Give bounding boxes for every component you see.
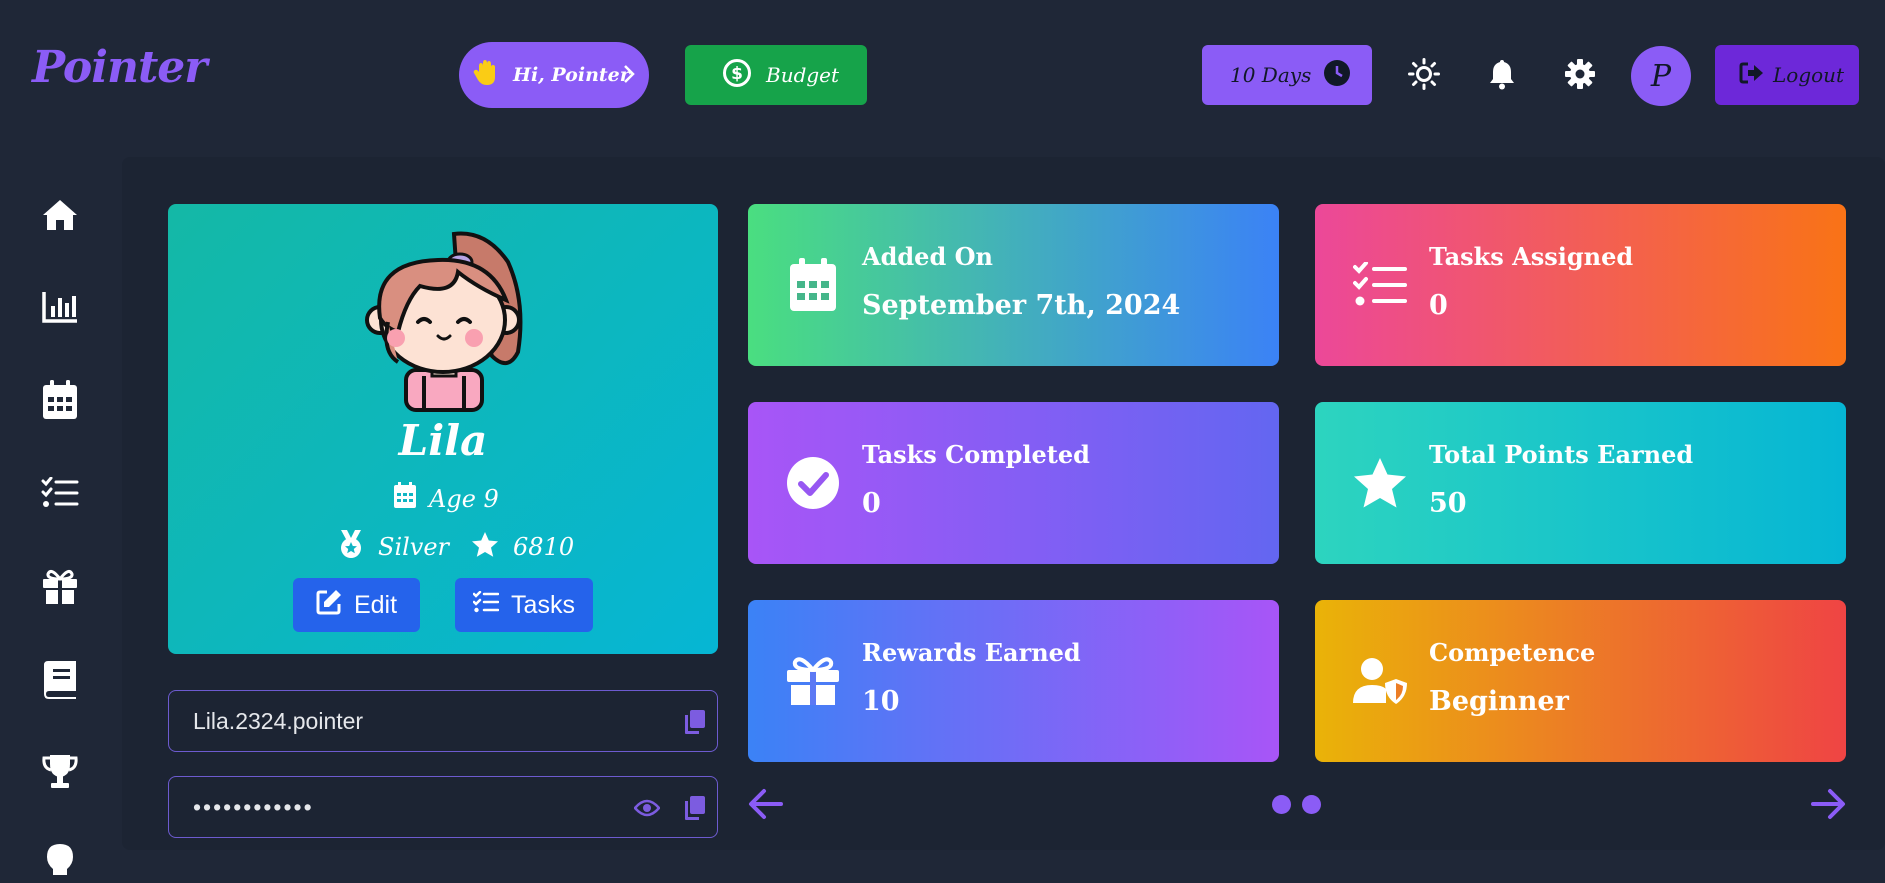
days-label: 10 Days [1230,63,1312,87]
child-avatar-illustration [358,222,538,416]
edit-label: Edit [353,590,398,619]
arrow-right-icon[interactable] [1810,786,1846,826]
task-list-icon[interactable] [40,473,80,513]
age-label: Age 9 [429,484,499,513]
chevron-right-icon [623,64,635,88]
password-field[interactable]: •••••••••••• [168,776,718,838]
gift-icon[interactable] [40,567,80,607]
logout-icon [1739,61,1765,89]
copy-icon[interactable] [684,795,706,827]
check-circle-icon [785,453,841,513]
points-label: 6810 [513,533,575,561]
eye-icon[interactable] [633,797,661,824]
copy-icon[interactable] [684,709,706,741]
card-value: September 7th, 2024 [862,290,1181,321]
user-shield-icon [1352,651,1408,711]
stat-card-rewards-earned: Rewards Earned 10 [748,600,1279,762]
age-row: Age 9 [393,482,499,515]
calendar-icon [785,255,841,315]
card-title: Added On [862,242,993,271]
stat-card-total-points: Total Points Earned 50 [1315,402,1846,564]
carousel-dot-1[interactable] [1272,795,1291,814]
svg-text:$: $ [731,64,743,84]
stat-card-competence: Competence Beginner [1315,600,1846,762]
budget-label: Budget [766,63,840,87]
task-list-icon [1352,255,1408,315]
dollar-circle-icon: $ [722,58,752,92]
clock-icon [1323,59,1351,91]
task-list-icon [472,590,500,620]
stat-card-added-on: Added On September 7th, 2024 [748,204,1279,366]
logout-button[interactable]: Logout [1715,45,1859,105]
profile-card: Lila Age 9 Silver 6810 Edit Tasks [168,204,718,654]
calendar-icon[interactable] [40,380,80,420]
card-value: Beginner [1429,686,1569,717]
star-icon [471,531,499,564]
rank-label: Silver [378,533,450,561]
card-title: Rewards Earned [862,638,1081,667]
tasks-label: Tasks [511,590,575,619]
stat-card-tasks-assigned: Tasks Assigned 0 [1315,204,1846,366]
username-field[interactable]: Lila.2324.pointer [168,690,718,752]
medal-icon [338,529,364,565]
calendar-icon [393,482,417,515]
card-value: 0 [862,488,881,519]
lightbulb-icon[interactable] [40,843,80,883]
card-value: 50 [1429,488,1467,519]
gear-icon[interactable] [1563,57,1597,91]
greeting-button[interactable]: Hi, Pointer [459,42,649,108]
logout-label: Logout [1773,63,1845,87]
sun-icon[interactable] [1407,57,1441,91]
gift-icon [785,651,841,711]
username-value: Lila.2324.pointer [193,707,364,734]
bell-icon[interactable] [1485,57,1519,91]
user-avatar[interactable]: P [1631,46,1691,106]
greeting-label: Hi, Pointer [513,64,630,86]
trophy-icon[interactable] [40,752,80,792]
carousel-dot-2[interactable] [1302,795,1321,814]
card-value: 0 [1429,290,1448,321]
profile-name: Lila [398,416,488,465]
budget-button[interactable]: $ Budget [685,45,867,105]
wave-hand-icon [473,59,499,91]
card-title: Tasks Assigned [1429,242,1634,271]
star-icon [1352,453,1408,513]
card-title: Total Points Earned [1429,440,1694,469]
home-icon[interactable] [40,195,80,235]
rank-row: Silver 6810 [338,529,574,565]
password-value: •••••••••••• [193,793,314,820]
card-value: 10 [862,686,900,717]
edit-icon [316,589,342,622]
tasks-button[interactable]: Tasks [455,578,593,632]
bar-chart-icon[interactable] [40,287,80,327]
stat-card-tasks-completed: Tasks Completed 0 [748,402,1279,564]
book-icon[interactable] [40,660,80,700]
days-remaining-button[interactable]: 10 Days [1202,45,1372,105]
arrow-left-icon[interactable] [748,786,784,826]
card-title: Tasks Completed [862,440,1090,469]
edit-button[interactable]: Edit [293,578,420,632]
app-logo[interactable]: Pointer [32,42,207,93]
card-title: Competence [1429,638,1596,667]
